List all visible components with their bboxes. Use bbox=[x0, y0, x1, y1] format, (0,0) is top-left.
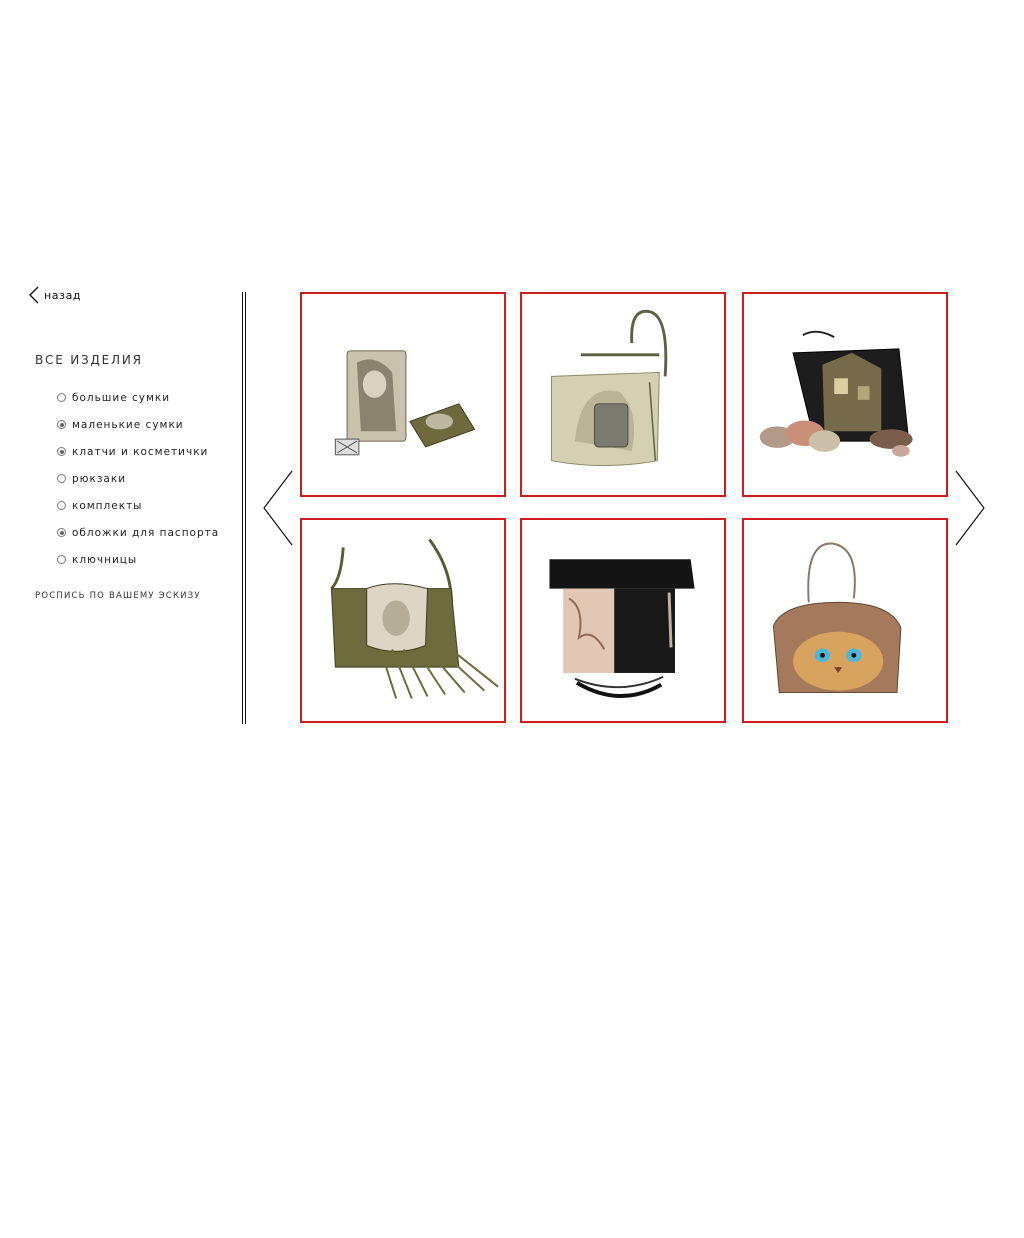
vertical-divider bbox=[242, 292, 246, 724]
black-clutch-with-stones-image bbox=[759, 330, 913, 457]
product-card[interactable] bbox=[300, 518, 506, 723]
category-label: обложки для паспорта bbox=[72, 526, 220, 539]
category-label: маленькие сумки bbox=[72, 418, 184, 431]
category-item-large-bags[interactable]: большие сумки bbox=[57, 384, 219, 411]
catalog-title: ВСЕ ИЗДЕЛИЯ bbox=[35, 353, 143, 367]
back-link[interactable]: назад bbox=[28, 286, 81, 304]
black-beige-folding-bag-image bbox=[549, 559, 695, 698]
category-item-key-holders[interactable]: ключницы bbox=[57, 546, 219, 573]
custom-painting-link[interactable]: РОСПИСЬ ПО ВАШЕМУ ЭСКИЗУ bbox=[35, 591, 201, 601]
category-list: большие сумки маленькие сумки клатчи и к… bbox=[57, 384, 219, 573]
beige-crossbody-bag-image bbox=[550, 309, 668, 467]
radio-button[interactable] bbox=[57, 474, 66, 483]
radio-button-checked[interactable] bbox=[57, 420, 66, 429]
product-card[interactable] bbox=[520, 518, 726, 723]
category-item-small-bags[interactable]: маленькие сумки bbox=[57, 411, 219, 438]
category-label: ключницы bbox=[72, 553, 138, 566]
product-card[interactable] bbox=[520, 292, 726, 497]
category-item-backpacks[interactable]: рюкзаки bbox=[57, 465, 219, 492]
chevron-left-icon bbox=[29, 286, 39, 304]
radio-button[interactable] bbox=[57, 501, 66, 510]
product-card[interactable] bbox=[300, 292, 506, 497]
radio-button-checked[interactable] bbox=[57, 528, 66, 537]
category-item-sets[interactable]: комплекты bbox=[57, 492, 219, 519]
category-item-clutches[interactable]: клатчи и косметички bbox=[57, 438, 219, 465]
category-label: большие сумки bbox=[72, 391, 171, 404]
product-card[interactable] bbox=[742, 292, 948, 497]
radio-button[interactable] bbox=[57, 555, 66, 564]
radio-button-checked[interactable] bbox=[57, 447, 66, 456]
chevron-right-icon bbox=[955, 470, 985, 546]
prev-arrow-button[interactable] bbox=[262, 470, 294, 550]
olive-fringe-bag-image bbox=[330, 538, 499, 699]
category-label: комплекты bbox=[72, 499, 143, 512]
product-card[interactable] bbox=[742, 518, 948, 723]
back-label: назад bbox=[44, 288, 82, 302]
category-label: рюкзаки bbox=[72, 472, 127, 485]
category-item-passport-covers[interactable]: обложки для паспорта bbox=[57, 519, 219, 546]
next-arrow-button[interactable] bbox=[954, 470, 986, 550]
radio-button[interactable] bbox=[57, 393, 66, 402]
chevron-left-icon bbox=[263, 470, 293, 546]
category-label: клатчи и косметички bbox=[72, 445, 209, 458]
cat-painted-bag-image bbox=[772, 542, 902, 694]
passport-cover-set-image bbox=[334, 350, 476, 456]
